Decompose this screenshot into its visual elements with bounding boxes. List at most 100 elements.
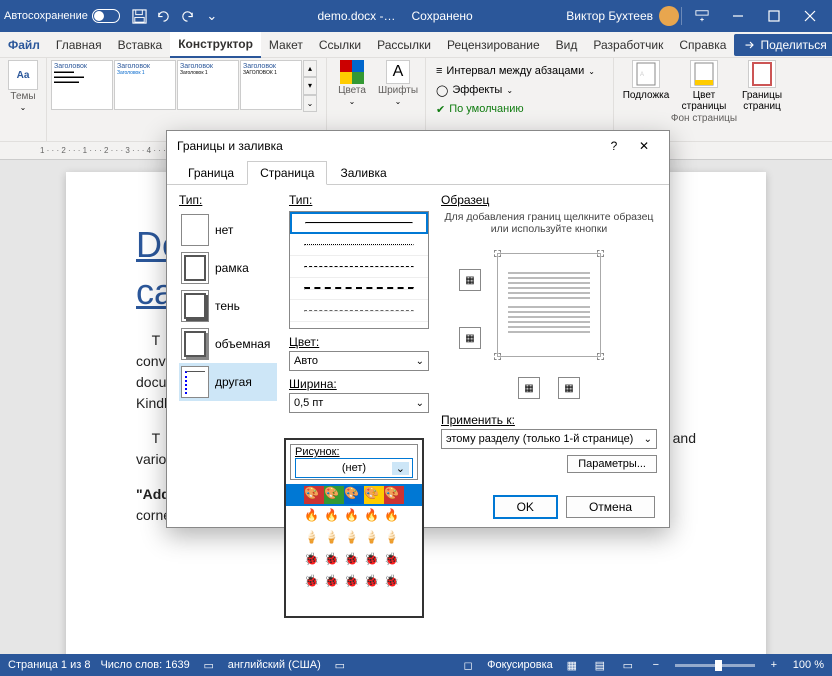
ribbon-options-icon[interactable] [684,0,720,32]
paragraph-spacing-button[interactable]: ≡ Интервал между абзацами ⌄ [432,62,607,80]
macro-icon[interactable]: ▭ [331,659,349,672]
minimize-button[interactable] [720,0,756,32]
qa-dropdown-icon[interactable]: ⌄ [200,4,224,28]
view-read-icon[interactable]: ▤ [591,659,609,672]
style-gallery[interactable]: Заголовок▬▬▬▬▬▬▬▬▬▬▬▬▬▬▬ ЗаголовокЗаголо… [51,60,317,112]
options-button[interactable]: Параметры... [567,455,657,473]
page-borders-icon [748,60,776,88]
autosave-label: Автосохранение [4,10,88,22]
spellcheck-icon[interactable]: ▭ [200,659,218,672]
tab-view[interactable]: Вид [548,32,586,58]
line-style[interactable] [290,234,428,256]
gallery-more[interactable]: ▴▾⌄ [303,60,317,112]
line-style[interactable] [290,300,428,322]
colors-button[interactable]: Цвета ⌄ [331,60,373,106]
tab-file[interactable]: Файл [0,32,48,58]
line-style[interactable] [290,278,428,300]
border-bottom-button[interactable]: ▦ [459,327,481,349]
set-default-button[interactable]: ✔ По умолчанию [432,100,607,118]
user-account[interactable]: Виктор Бухтеев [566,6,679,26]
tab-developer[interactable]: Разработчик [585,32,671,58]
type-shadow[interactable]: тень [179,287,277,325]
art-list[interactable]: 🎨🎨🎨🎨🎨 🔥🔥🔥🔥🔥 🍦🍦🍦🍦🍦 🐞🐞🐞🐞🐞 🐞🐞🐞🐞🐞 [286,484,422,616]
status-focus[interactable]: Фокусировка [487,659,553,671]
dialog-close-button[interactable]: ✕ [629,139,659,153]
type-custom[interactable]: другая [179,363,277,401]
style-card[interactable]: ЗаголовокЗаголовок 1 [114,60,176,110]
status-words[interactable]: Число слов: 1639 [100,659,189,671]
toggle-switch[interactable] [92,9,120,23]
tab-fill[interactable]: Заливка [327,161,399,185]
tab-mailings[interactable]: Рассылки [369,32,439,58]
style-card[interactable]: Заголовок▬▬▬▬▬▬▬▬▬▬▬▬▬▬▬ [51,60,113,110]
style-card[interactable]: ЗаголовокЗаголовок 1 [177,60,239,110]
effects-button[interactable]: ◯ Эффекты ⌄ [432,81,607,99]
border-left-button[interactable]: ▦ [518,377,540,399]
type-label: Тип: [179,193,277,207]
tab-help[interactable]: Справка [671,32,734,58]
color-combo[interactable]: Авто [289,351,429,371]
type-3d[interactable]: объемная [179,325,277,363]
fonts-button[interactable]: A Шрифты ⌄ [375,60,421,106]
border-right-button[interactable]: ▦ [558,377,580,399]
tab-page[interactable]: Страница [247,161,327,185]
setting-column: Тип: нет рамка тень объемная другая [179,193,277,479]
autosave-toggle[interactable]: Автосохранение [4,9,120,23]
redo-icon[interactable] [176,4,200,28]
zoom-out-button[interactable]: − [647,659,665,671]
maximize-button[interactable] [756,0,792,32]
tab-references[interactable]: Ссылки [311,32,369,58]
title-bar: Автосохранение ⌄ demo.docx -… Сохранено … [0,0,832,32]
tab-border[interactable]: Граница [175,161,247,185]
save-icon[interactable] [128,4,152,28]
view-web-icon[interactable]: ▭ [619,659,637,672]
preview-page[interactable] [497,253,601,357]
themes-icon: Aa [8,60,38,90]
border-top-button[interactable]: ▦ [459,269,481,291]
user-name: Виктор Бухтеев [566,9,653,23]
cancel-button[interactable]: Отмена [566,496,655,518]
art-option[interactable]: 🎨🎨🎨🎨🎨 [286,484,422,506]
zoom-slider[interactable] [675,664,755,667]
focus-icon[interactable]: ◻ [459,659,477,672]
color-label: Цвет: [289,335,429,349]
width-combo[interactable]: 0,5 пт [289,393,429,413]
line-style[interactable] [290,212,428,234]
help-button[interactable]: ? [599,139,629,153]
preview-canvas[interactable]: ▦ ▦ [441,243,657,373]
art-option[interactable]: 🍦🍦🍦🍦🍦 [286,528,422,550]
status-page[interactable]: Страница 1 из 8 [8,659,90,671]
style-label: Тип: [289,193,429,207]
tab-insert[interactable]: Вставка [110,32,171,58]
tab-design[interactable]: Конструктор [170,32,261,58]
close-button[interactable] [792,0,828,32]
zoom-in-button[interactable]: + [765,659,783,671]
themes-button[interactable]: Aa Темы ⌄ [4,60,42,112]
zoom-level[interactable]: 100 % [793,659,824,671]
page-color-button[interactable]: Цвет страницы [676,60,732,112]
style-card[interactable]: ЗаголовокЗАГОЛОВОК 1 [240,60,302,110]
dialog-tabs: Граница Страница Заливка [167,161,669,185]
line-style[interactable] [290,256,428,278]
type-none[interactable]: нет [179,211,277,249]
apply-to-combo[interactable]: этому разделу (только 1-й странице) [441,429,657,449]
art-combo[interactable]: (нет) [295,458,413,478]
apply-label: Применить к: [441,413,657,427]
avatar-icon [659,6,679,26]
group-paragraph: ≡ Интервал между абзацами ⌄ ◯ Эффекты ⌄ … [426,58,614,141]
art-option[interactable]: 🔥🔥🔥🔥🔥 [286,506,422,528]
undo-icon[interactable] [152,4,176,28]
line-style-list[interactable] [289,211,429,329]
type-box[interactable]: рамка [179,249,277,287]
tab-layout[interactable]: Макет [261,32,311,58]
page-borders-button[interactable]: Границы страниц [734,60,790,112]
ok-button[interactable]: OK [493,495,558,519]
view-print-icon[interactable]: ▦ [563,659,581,672]
watermark-button[interactable]: A Подложка [618,60,674,112]
tab-home[interactable]: Главная [48,32,110,58]
status-language[interactable]: английский (США) [228,659,321,671]
art-option[interactable]: 🐞🐞🐞🐞🐞 [286,572,422,594]
art-option[interactable]: 🐞🐞🐞🐞🐞 [286,550,422,572]
share-button[interactable]: Поделиться [734,34,832,56]
tab-review[interactable]: Рецензирование [439,32,548,58]
